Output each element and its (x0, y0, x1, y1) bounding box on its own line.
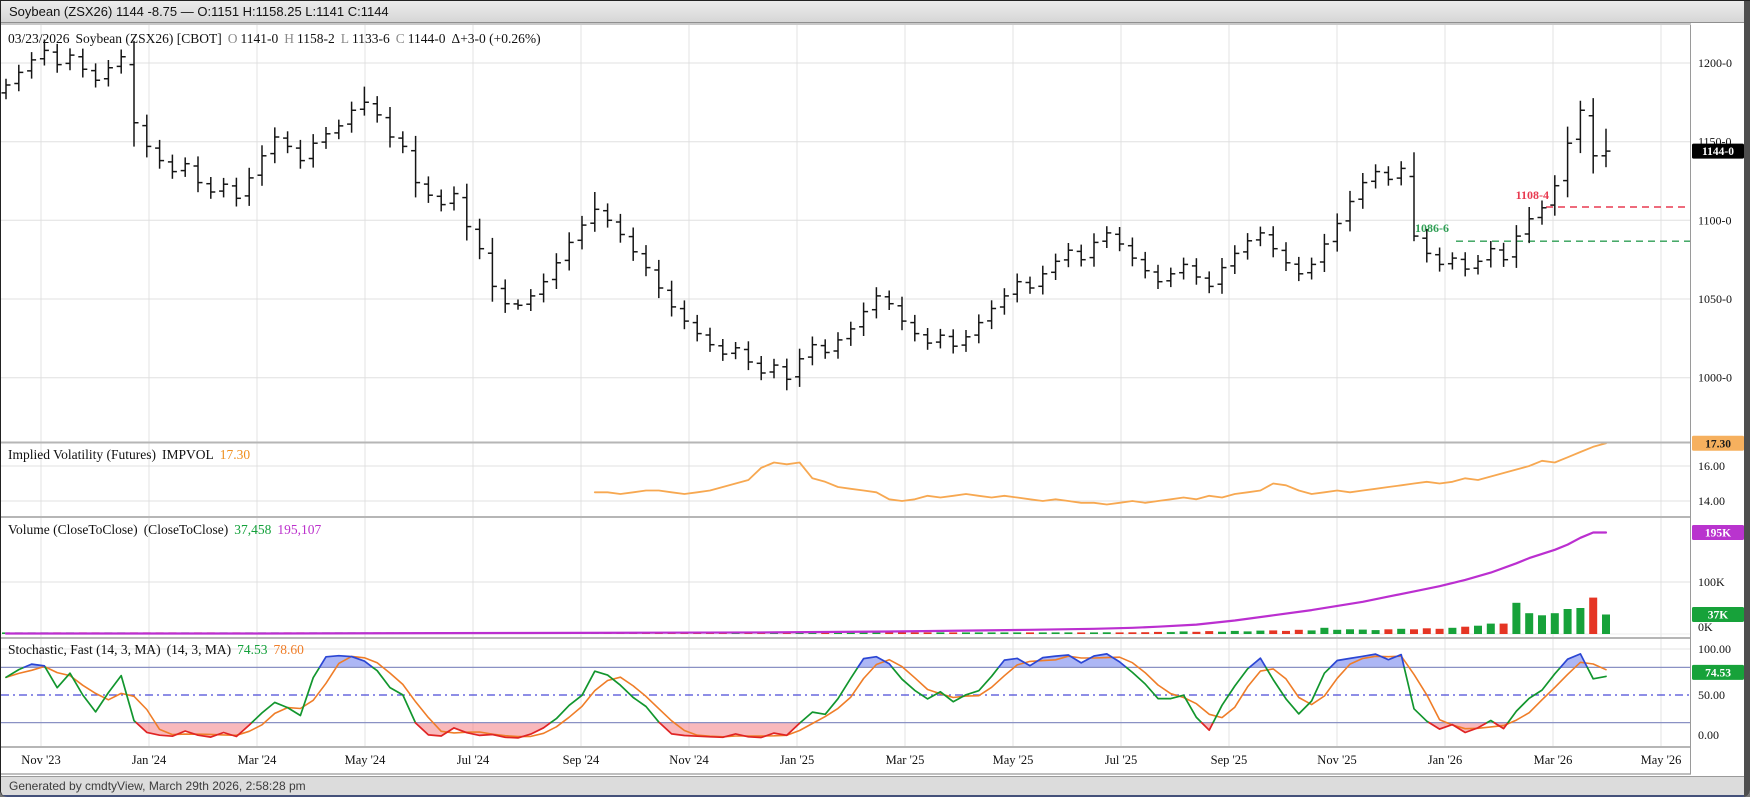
svg-text:Mar '26: Mar '26 (1534, 753, 1573, 767)
svg-text:Jan '25: Jan '25 (780, 753, 815, 767)
svg-text:Nov '24: Nov '24 (669, 753, 709, 767)
svg-text:1144-0: 1144-0 (1702, 146, 1734, 158)
svg-text:Nov '23: Nov '23 (21, 753, 60, 767)
svg-text:17.30: 17.30 (1705, 438, 1731, 450)
x-axis-labels: Nov '23 Jan '24 Mar '24 May '24 Jul '24 Sep '… (21, 753, 1681, 767)
svg-text:Jan '24: Jan '24 (132, 753, 167, 767)
svg-text:May '24: May '24 (345, 753, 387, 767)
chart-region[interactable]: 1108-41086-61200-01150-01100-01050-01000… (1, 23, 1750, 776)
svg-text:16.00: 16.00 (1698, 459, 1725, 473)
svg-text:Sep '25: Sep '25 (1211, 753, 1248, 767)
svg-text:1100-0: 1100-0 (1698, 213, 1732, 227)
open-interest-badge: 195K (1692, 525, 1744, 540)
iv-badge: 17.30 (1692, 436, 1744, 451)
svg-text:1200-0: 1200-0 (1698, 56, 1732, 70)
last-price-badge: 1144-0 (1692, 144, 1744, 159)
svg-text:Mar '24: Mar '24 (238, 753, 277, 767)
svg-text:Jul '25: Jul '25 (1105, 753, 1137, 767)
svg-text:Jan '26: Jan '26 (1428, 753, 1463, 767)
status-bar: Generated by cmdtyView, March 29th 2026,… (1, 776, 1750, 795)
status-text: Generated by cmdtyView, March 29th 2026,… (9, 779, 306, 793)
open-interest-line (6, 533, 1606, 634)
svg-text:0.00: 0.00 (1698, 728, 1719, 742)
svg-text:1086-6: 1086-6 (1415, 221, 1449, 235)
stochastic-plot (1, 654, 1690, 738)
svg-text:May '26: May '26 (1641, 753, 1682, 767)
svg-text:Sep '24: Sep '24 (563, 753, 600, 767)
window-title-bar[interactable]: Soybean (ZSX26) 1144 -8.75 — O:1151 H:11… (1, 1, 1750, 23)
window-right-edge[interactable] (1744, 1, 1750, 797)
volume-badge: 37K (1692, 607, 1744, 622)
svg-text:Nov '25: Nov '25 (1317, 753, 1356, 767)
svg-text:50.00: 50.00 (1698, 688, 1725, 702)
app-window: Soybean (ZSX26) 1144 -8.75 — O:1151 H:11… (0, 0, 1750, 797)
svg-text:0K: 0K (1698, 620, 1713, 634)
chart-svg[interactable]: 1108-41086-61200-01150-01100-01050-01000… (1, 23, 1750, 776)
svg-text:37K: 37K (1708, 610, 1729, 622)
svg-text:100.00: 100.00 (1698, 642, 1731, 656)
window-title: Soybean (ZSX26) 1144 -8.75 — O:1151 H:11… (9, 4, 389, 19)
svg-text:100K: 100K (1698, 575, 1725, 589)
svg-text:Mar '25: Mar '25 (886, 753, 925, 767)
volume-bars (2, 598, 1610, 634)
stochastic-badge: 74.53 (1692, 665, 1744, 680)
svg-text:1050-0: 1050-0 (1698, 292, 1732, 306)
svg-text:195K: 195K (1705, 528, 1731, 540)
svg-text:14.00: 14.00 (1698, 494, 1725, 508)
svg-text:Jul '24: Jul '24 (457, 753, 490, 767)
svg-text:74.53: 74.53 (1705, 667, 1731, 679)
svg-text:1108-4: 1108-4 (1516, 188, 1549, 202)
price-bars (2, 39, 1611, 390)
svg-text:1000-0: 1000-0 (1698, 371, 1732, 385)
implied-volatility-line (595, 443, 1606, 504)
svg-text:May '25: May '25 (993, 753, 1034, 767)
